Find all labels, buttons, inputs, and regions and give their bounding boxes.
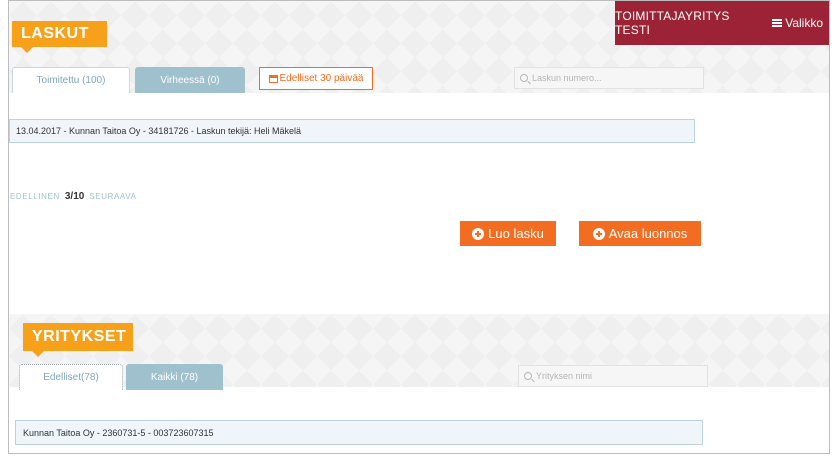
- search-icon: [524, 372, 532, 380]
- open-draft-label: Avaa luonnos: [608, 226, 688, 241]
- create-invoice-button[interactable]: Luo lasku: [460, 221, 556, 246]
- menu-label: Valikko: [785, 16, 823, 30]
- hamburger-menu-icon: [772, 19, 783, 27]
- invoices-section-title: LASKUT: [12, 21, 107, 53]
- company-search-placeholder: Yrityksen nimi: [536, 371, 593, 381]
- top-bar: TOIMITTAJAYRITYS TESTI Valikko: [615, 1, 829, 45]
- menu-button[interactable]: Valikko: [772, 16, 823, 30]
- pagination: EDELLINEN 3/10 SEURAAVA: [10, 191, 137, 202]
- plus-circle-icon: [472, 227, 485, 240]
- tab-all-companies[interactable]: Kaikki (78): [126, 364, 223, 390]
- last-30-days-label: Edelliset 30 päivää: [279, 73, 364, 84]
- next-page-link[interactable]: SEURAAVA: [89, 192, 136, 201]
- current-page: 3/10: [64, 191, 85, 202]
- invoice-number-search-input[interactable]: Laskun numero...: [514, 67, 704, 89]
- create-invoice-label: Luo lasku: [488, 226, 544, 241]
- tab-previous-companies[interactable]: Edelliset(78): [19, 364, 123, 390]
- calendar-icon: [268, 74, 278, 83]
- tab-delivered[interactable]: Toimitettu (100): [12, 67, 130, 93]
- search-icon: [520, 74, 528, 82]
- open-draft-button[interactable]: Avaa luonnos: [579, 221, 701, 246]
- company-list-item[interactable]: Kunnan Taitoa Oy - 2360731-5 - 003723607…: [15, 420, 703, 445]
- previous-page-link[interactable]: EDELLINEN: [10, 192, 60, 201]
- company-name-search-input[interactable]: Yrityksen nimi: [518, 365, 708, 387]
- last-30-days-button[interactable]: Edelliset 30 päivää: [259, 67, 373, 90]
- plus-circle-icon: [592, 227, 605, 240]
- companies-section-title: YRITYKSET: [23, 323, 133, 357]
- app-frame: TOIMITTAJAYRITYS TESTI Valikko LASKUT To…: [8, 0, 830, 454]
- company-name[interactable]: TOIMITTAJAYRITYS TESTI: [615, 9, 758, 37]
- tab-errors[interactable]: Virheessä (0): [135, 67, 245, 93]
- invoice-list-item[interactable]: 13.04.2017 - Kunnan Taitoa Oy - 34181726…: [9, 119, 695, 143]
- invoice-search-placeholder: Laskun numero...: [532, 73, 602, 83]
